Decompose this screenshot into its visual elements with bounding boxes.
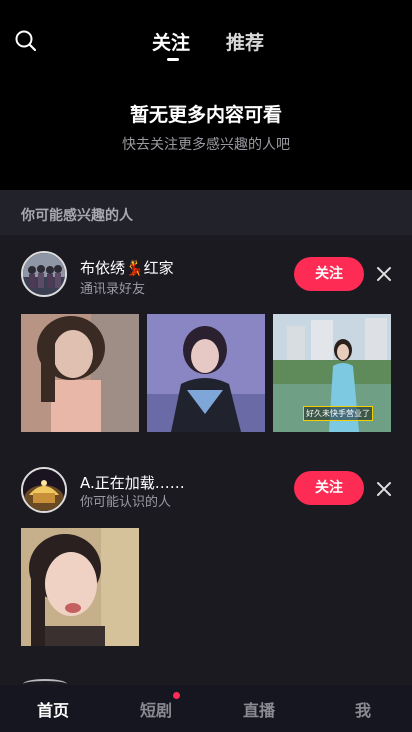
empty-state-title: 暂无更多内容可看 xyxy=(129,104,282,126)
nav-short-drama[interactable]: 短剧 xyxy=(140,697,172,721)
video-thumbnail[interactable]: 好久未快手营业了 xyxy=(273,314,391,432)
avatar[interactable] xyxy=(21,467,67,513)
user-name[interactable]: A.正在加载…… xyxy=(80,472,185,493)
tab-following[interactable]: 关注 xyxy=(152,28,190,55)
user-reason: 你可能认识的人 xyxy=(80,495,172,510)
search-icon[interactable] xyxy=(14,29,38,53)
empty-state-subtitle: 快去关注更多感兴趣的人吧 xyxy=(122,137,290,153)
section-title: 你可能感兴趣的人 xyxy=(21,208,133,224)
active-tab-indicator xyxy=(167,58,179,61)
video-thumbnail[interactable] xyxy=(21,528,139,646)
bottom-navigation: 首页 短剧 直播 我 xyxy=(0,685,412,732)
avatar[interactable] xyxy=(21,251,67,297)
thumbnail-caption: 好久未快手营业了 xyxy=(303,406,373,421)
follow-button[interactable]: 关注 xyxy=(294,257,364,291)
user-reason: 通讯录好友 xyxy=(80,282,146,297)
nav-live[interactable]: 直播 xyxy=(243,697,275,721)
close-icon[interactable] xyxy=(376,266,392,282)
top-header: 关注 推荐 暂无更多内容可看 快去关注更多感兴趣的人吧 xyxy=(0,0,412,190)
user-name[interactable]: 布依绣💃红家 xyxy=(80,257,174,278)
nav-me[interactable]: 我 xyxy=(355,697,371,721)
follow-button[interactable]: 关注 xyxy=(294,471,364,505)
tab-recommend[interactable]: 推荐 xyxy=(226,28,264,55)
video-thumbnail[interactable] xyxy=(21,314,139,432)
close-icon[interactable] xyxy=(376,481,392,497)
suggestions-list: 布依绣💃红家 通讯录好友 关注 好久未快手营业了 A.正在加载…… 你可能认识的… xyxy=(0,235,412,685)
notification-badge xyxy=(173,692,180,699)
nav-home[interactable]: 首页 xyxy=(37,697,69,721)
video-thumbnail[interactable] xyxy=(147,314,265,432)
suggestions-section-header: 你可能感兴趣的人 xyxy=(0,190,412,235)
